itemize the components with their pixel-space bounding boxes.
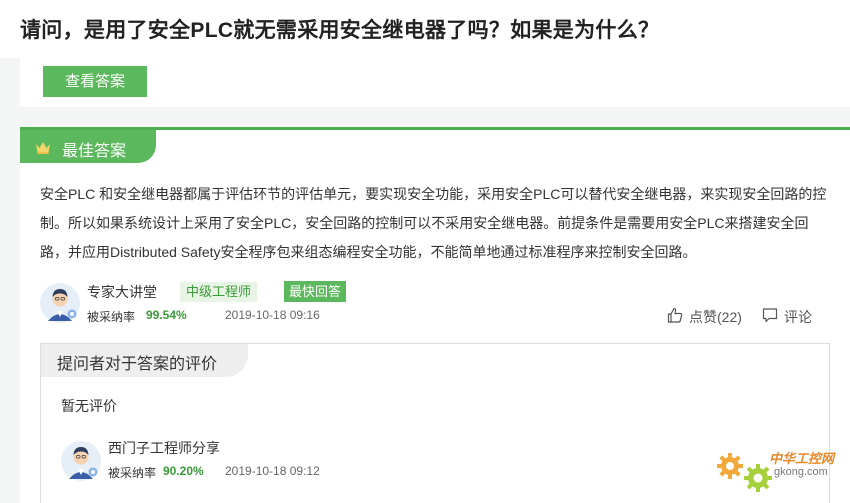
- watermark-domain: gkong.com: [774, 466, 828, 478]
- view-answer-button[interactable]: 查看答案: [43, 66, 147, 97]
- watermark-name: 中华工控网: [769, 451, 835, 466]
- like-label: 点赞(22): [689, 309, 742, 325]
- answerer-avatar[interactable]: [40, 283, 80, 323]
- asker-time: 2019-10-18 09:12: [225, 464, 320, 478]
- evaluation-tab: 提问者对于答案的评价: [41, 344, 248, 377]
- watermark-logo: 中华工控网 gkong.com: [714, 440, 844, 498]
- question-header: 请问，是用了安全PLC就无需采用安全继电器了吗？如果是为什么？: [0, 0, 850, 58]
- answer-body: 安全PLC 和安全继电器都属于评估环节的评估单元，要实现安全功能，采用安全PLC…: [40, 186, 827, 260]
- answerer-name[interactable]: 专家大讲堂: [87, 282, 157, 302]
- asker-adoption-rate-label: 被采纳率: [108, 466, 157, 480]
- answer-strip: 查看答案: [20, 58, 850, 107]
- asker-name[interactable]: 西门子工程师分享: [108, 438, 220, 458]
- evaluation-title: 提问者对于答案的评价: [57, 356, 218, 373]
- gear-icon: [717, 453, 772, 492]
- asker-adoption-rate-value: 90.20%: [163, 464, 204, 478]
- like-button[interactable]: 点赞(22): [667, 306, 747, 326]
- adoption-rate-value: 99.54%: [146, 308, 187, 322]
- asker-avatar[interactable]: [61, 441, 101, 481]
- comment-icon: [762, 308, 778, 323]
- question-title: 请问，是用了安全PLC就无需采用安全继电器了吗？如果是为什么？: [20, 19, 660, 42]
- answer-time: 2019-10-18 09:16: [225, 308, 320, 322]
- thumbs-up-icon: [667, 307, 683, 323]
- answerer-info: 专家大讲堂 中级工程师 最快回答 被采纳率 99.54% 2019-10-18 …: [40, 280, 830, 330]
- comment-button[interactable]: 评论: [762, 306, 822, 326]
- best-answer-tab: 最佳答案: [20, 130, 156, 163]
- no-evaluation-text: 暂无评价: [61, 398, 117, 414]
- adoption-rate-label: 被采纳率: [87, 310, 136, 324]
- fastest-answer-badge: 最快回答: [284, 281, 347, 302]
- level-badge: 中级工程师: [180, 282, 258, 302]
- best-answer-label: 最佳答案: [62, 143, 127, 160]
- asker-evaluation-box: 提问者对于答案的评价 暂无评价 西门子工程师分享 被采纳率 90.20% 201…: [40, 343, 830, 503]
- comment-label: 评论: [784, 309, 812, 325]
- crown-icon: [36, 142, 50, 154]
